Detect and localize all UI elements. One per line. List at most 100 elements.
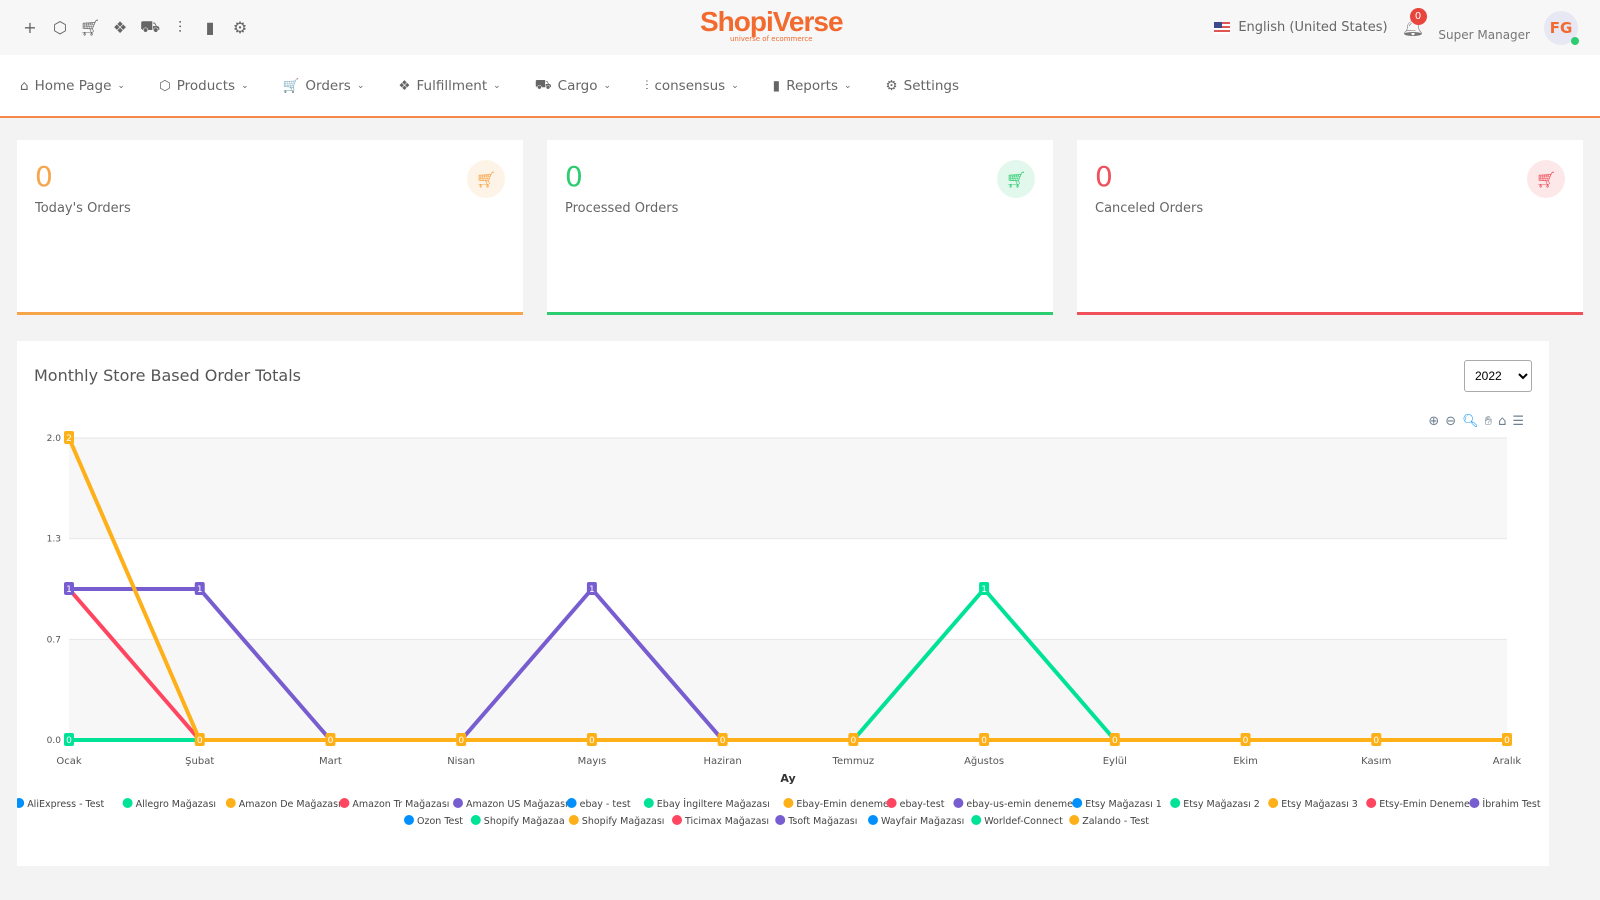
x-axis-label: Ay <box>780 772 795 785</box>
legend-item[interactable]: Ozon Test <box>417 816 463 827</box>
legend-item[interactable]: Worldef-Connect <box>984 816 1063 827</box>
legend-item[interactable]: Amazon De Mağazası <box>239 799 341 810</box>
legend-item[interactable]: Allegro Mağazası <box>136 799 216 810</box>
grid-band <box>69 438 1507 539</box>
data-label: 1 <box>66 585 72 595</box>
logo[interactable]: ShopiVerse universe of ecommerce <box>700 6 844 43</box>
online-status-dot <box>1571 36 1579 45</box>
nav-icon: 🛒 <box>282 77 300 94</box>
chevron-down-icon: ⌄ <box>117 80 125 91</box>
legend-marker <box>339 798 350 808</box>
card-label: Processed Orders <box>565 201 679 216</box>
nav-icon: ⌂ <box>20 77 29 94</box>
box-icon[interactable]: ⬡ <box>50 18 70 38</box>
data-label: 0 <box>720 736 726 746</box>
legend-item[interactable]: Etsy Mağazası 3 <box>1281 799 1358 810</box>
nav-label: Cargo <box>557 77 598 94</box>
nav-label: Reports <box>786 77 838 94</box>
legend-item[interactable]: ebay-us-emin deneme <box>966 799 1073 810</box>
x-tick-label: Şubat <box>185 756 214 767</box>
nav-item-settings[interactable]: ⚙ Settings <box>886 78 959 94</box>
x-tick-label: Mart <box>319 756 342 767</box>
nav-icon: ❖ <box>398 77 411 94</box>
legend-marker <box>1069 815 1080 825</box>
card-value: 0 <box>1095 160 1113 193</box>
y-tick-label: 0.0 <box>47 736 62 746</box>
menu-icon[interactable]: ☰ <box>1512 414 1524 429</box>
data-label: 0 <box>1504 736 1510 746</box>
data-label: 0 <box>1243 736 1249 746</box>
legend-item[interactable]: Wayfair Mağazası <box>881 816 964 827</box>
nav-item-cargo[interactable]: ⛟ Cargo ⌄ <box>535 77 611 95</box>
line-chart: 0.0 0.7 1.3 2.0 Ocak Şubat Mart Nisan Mayıs Hazir… <box>17 431 1541 827</box>
legend-item[interactable]: İbrahim Test <box>1482 799 1540 810</box>
legend-item[interactable]: Amazon Tr Mağazası <box>352 799 449 810</box>
legend-item[interactable]: AliExpress - Test <box>27 799 104 810</box>
nav-item-products[interactable]: ⬡ Products ⌄ <box>159 78 249 94</box>
nav-icon: ⫶ <box>645 77 649 94</box>
zoom-in-icon[interactable]: ⊕ <box>1428 414 1439 429</box>
legend-item[interactable]: Amazon US Mağazası <box>466 799 568 810</box>
legend-marker <box>1072 798 1083 808</box>
chart-card: 0.0 0.7 1.3 2.0 Ocak Şubat Mart Nisan Mayıs Hazir… <box>17 341 1549 866</box>
year-select[interactable]: 2022 <box>1464 360 1532 392</box>
nav-item-reports[interactable]: ▮ Reports ⌄ <box>773 78 852 94</box>
summary-cards: 0 Today's Orders 🛒︎ 0 Processed Orders 🛒︎ 0 Can… <box>0 118 1600 315</box>
legend-item[interactable]: ebay-test <box>900 799 945 810</box>
user-role: Super Manager <box>1438 27 1530 42</box>
avatar[interactable]: FG <box>1544 10 1579 45</box>
top-bar: + ⬡ 🛒︎ ❖ ⛟ ⫶ ▮ ⚙ ShopiVerse universe of … <box>0 0 1600 55</box>
grid-band <box>69 538 1507 640</box>
fulfillment-icon[interactable]: ❖ <box>110 18 130 38</box>
logo-name: ShopiVerse <box>700 6 844 37</box>
sliders-icon[interactable]: ⫶ <box>170 18 190 38</box>
legend-marker <box>1170 798 1181 808</box>
main-nav: ⌂ Home Page ⌄ ⬡ Products ⌄ 🛒 Orders ⌄ ❖ Fulfillmen… <box>0 55 1600 118</box>
legend-item[interactable]: Ebay İngiltere Mağazası <box>657 799 770 810</box>
us-flag-icon <box>1214 21 1231 34</box>
bar-chart-icon[interactable]: ▮ <box>200 18 220 38</box>
nav-item-consensus[interactable]: ⫶ consensus ⌄ <box>645 78 739 94</box>
y-tick-label: 2.0 <box>47 434 62 444</box>
zoom-out-icon[interactable]: ⊖ <box>1445 414 1456 429</box>
notifications-button[interactable]: 🔔︎ 0 <box>1402 8 1427 38</box>
y-tick-label: 0.7 <box>47 635 61 645</box>
gear-icon[interactable]: ⚙ <box>230 18 250 38</box>
chevron-down-icon: ⌄ <box>843 80 852 91</box>
plus-icon[interactable]: + <box>20 18 40 38</box>
legend-marker <box>953 798 964 808</box>
chevron-down-icon: ⌄ <box>493 80 501 91</box>
legend-marker <box>453 798 463 808</box>
pan-icon[interactable]: ✋︎ <box>1485 414 1492 429</box>
nav-label: Settings <box>903 77 960 94</box>
legend-marker <box>643 798 654 808</box>
legend-item[interactable]: Etsy Mağazası 1 <box>1085 799 1162 810</box>
legend-item[interactable]: Zalando - Test <box>1082 816 1149 827</box>
truck-icon[interactable]: ⛟ <box>140 17 160 38</box>
legend-marker <box>1366 798 1377 808</box>
nav-item-orders[interactable]: 🛒 Orders ⌄ <box>283 78 365 94</box>
data-label: 0 <box>850 736 856 746</box>
legend-marker <box>568 815 579 825</box>
legend-marker <box>775 815 786 825</box>
x-tick-label: Ağustos <box>964 755 1004 767</box>
nav-item-fulfillment[interactable]: ❖ Fulfillment ⌄ <box>398 78 500 94</box>
legend-item[interactable]: Etsy-Emin Deneme <box>1379 799 1470 810</box>
legend-item[interactable]: Tsoft Mağazası <box>787 816 857 827</box>
legend-item[interactable]: Shopify Mağazaa <box>484 816 565 827</box>
legend-item[interactable]: Shopify Mağazası <box>582 816 665 827</box>
legend-item[interactable]: Ticimax Mağazası <box>684 816 769 827</box>
language-selector[interactable]: English (United States) <box>1214 20 1388 35</box>
legend-item[interactable]: Ebay-Emin deneme <box>796 799 889 810</box>
legend-marker <box>971 815 982 825</box>
legend-marker <box>783 798 794 808</box>
zoom-select-icon[interactable]: 🔍︎ <box>1462 414 1479 429</box>
nav-label: Home Page <box>34 77 112 94</box>
legend-marker <box>868 815 878 825</box>
legend-item[interactable]: Etsy Mağazası 2 <box>1183 799 1260 810</box>
legend-marker <box>470 815 481 825</box>
reset-home-icon[interactable]: ⌂ <box>1498 414 1506 429</box>
nav-item-home-page[interactable]: ⌂ Home Page ⌄ <box>20 78 125 94</box>
legend-item[interactable]: ebay - test <box>580 799 631 810</box>
cart-icon[interactable]: 🛒︎ <box>80 18 100 38</box>
